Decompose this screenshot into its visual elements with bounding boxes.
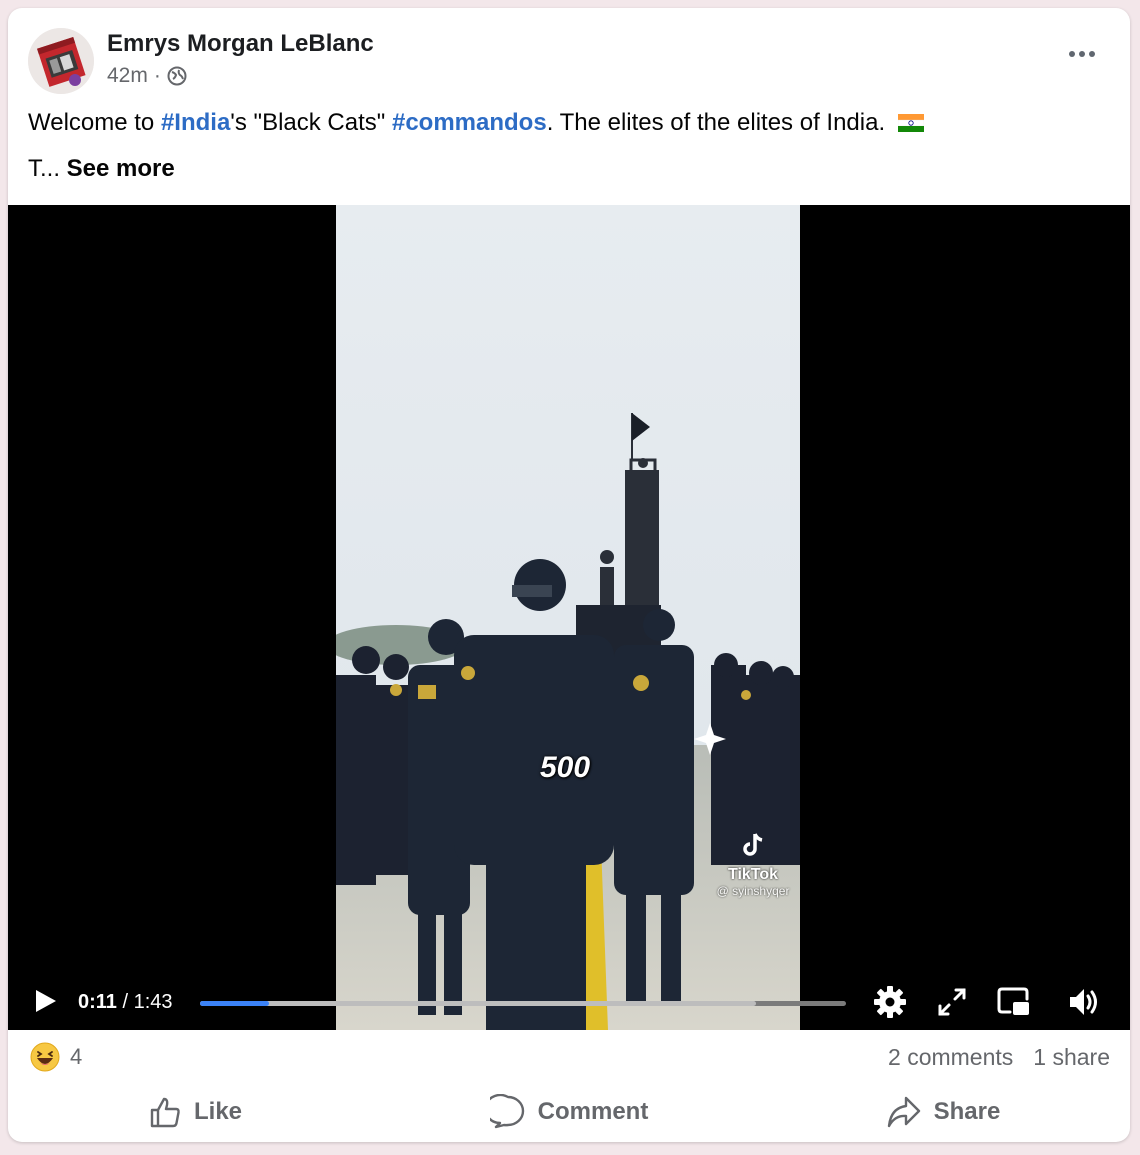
post-text-part: . The elites of the elites of India. (546, 109, 886, 136)
picture-in-picture-icon[interactable] (996, 984, 1032, 1020)
like-label: Like (193, 1098, 243, 1125)
settings-gear-icon[interactable] (872, 984, 908, 1020)
post-text: Welcome to #India's "Black Cats" #comman… (28, 108, 924, 138)
india-flag-icon (897, 114, 924, 132)
post-text-truncated: T... See more (28, 154, 175, 184)
reactions-summary[interactable]: 4 (30, 1042, 82, 1072)
video-still-image (336, 205, 800, 1030)
author-name[interactable]: Emrys Morgan LeBlanc (107, 30, 374, 58)
post-meta: 42m · (107, 64, 187, 88)
post-text-part: Welcome to (28, 109, 161, 136)
engagement-stats: 2 comments 1 share (888, 1044, 1110, 1071)
meta-separator: · (153, 64, 161, 87)
video-controls: 0:11 / 1:43 (8, 978, 1130, 1028)
video-time: 0:11 / 1:43 (78, 991, 173, 1014)
author-avatar[interactable] (28, 28, 94, 94)
comments-count-link[interactable]: 2 comments (888, 1044, 1013, 1071)
tiktok-brand-text: TikTok (727, 866, 779, 883)
current-time: 0:11 (78, 991, 117, 1013)
share-label: Share (933, 1098, 1001, 1125)
play-icon[interactable] (30, 986, 60, 1016)
more-options-button[interactable] (1064, 42, 1100, 66)
truncated-text: T... (28, 155, 67, 182)
progress-bar[interactable] (200, 1001, 846, 1006)
tiktok-logo-icon (743, 833, 763, 856)
more-dot (1089, 51, 1095, 57)
shares-count-link[interactable]: 1 share (1033, 1044, 1110, 1071)
post-timestamp[interactable]: 42m (107, 64, 148, 88)
hashtag-commandos-link[interactable]: #commandos (392, 109, 547, 136)
more-dot (1079, 51, 1085, 57)
fullscreen-icon[interactable] (934, 984, 970, 1020)
post-actions: Like Comment Share (8, 1090, 1130, 1134)
see-more-link[interactable]: See more (67, 155, 175, 182)
share-button[interactable]: Share (756, 1090, 1130, 1134)
video-player[interactable]: 500 TikTok @ syinshyqer 0:11 / 1:43 (8, 205, 1130, 1030)
globe-icon (167, 66, 187, 86)
thumbs-up-icon (150, 1097, 180, 1128)
comment-button[interactable]: Comment (382, 1090, 756, 1134)
tiktok-handle-text: @ syinshyqer (716, 884, 790, 898)
progress-fill (200, 1001, 270, 1006)
haha-emoji-icon (30, 1042, 60, 1072)
buffered-bar (200, 1001, 756, 1006)
tiktok-watermark: TikTok @ syinshyqer (712, 831, 794, 898)
comment-bubble-icon (489, 1094, 524, 1129)
time-separator: / (116, 991, 134, 1013)
video-overlay-number: 500 (540, 751, 591, 784)
video-frame[interactable]: 500 TikTok @ syinshyqer (336, 205, 800, 1030)
duration: 1:43 (133, 991, 173, 1013)
volume-icon[interactable] (1066, 984, 1102, 1020)
like-button[interactable]: Like (8, 1090, 382, 1134)
post-card: Emrys Morgan LeBlanc 42m · Welcome to #I… (8, 8, 1130, 1142)
more-dot (1069, 51, 1075, 57)
hashtag-india-link[interactable]: #India (161, 109, 230, 136)
post-text-part: 's "Black Cats" (230, 109, 392, 136)
share-arrow-icon (887, 1096, 920, 1128)
comment-label: Comment (537, 1098, 649, 1125)
reaction-count: 4 (70, 1044, 83, 1069)
